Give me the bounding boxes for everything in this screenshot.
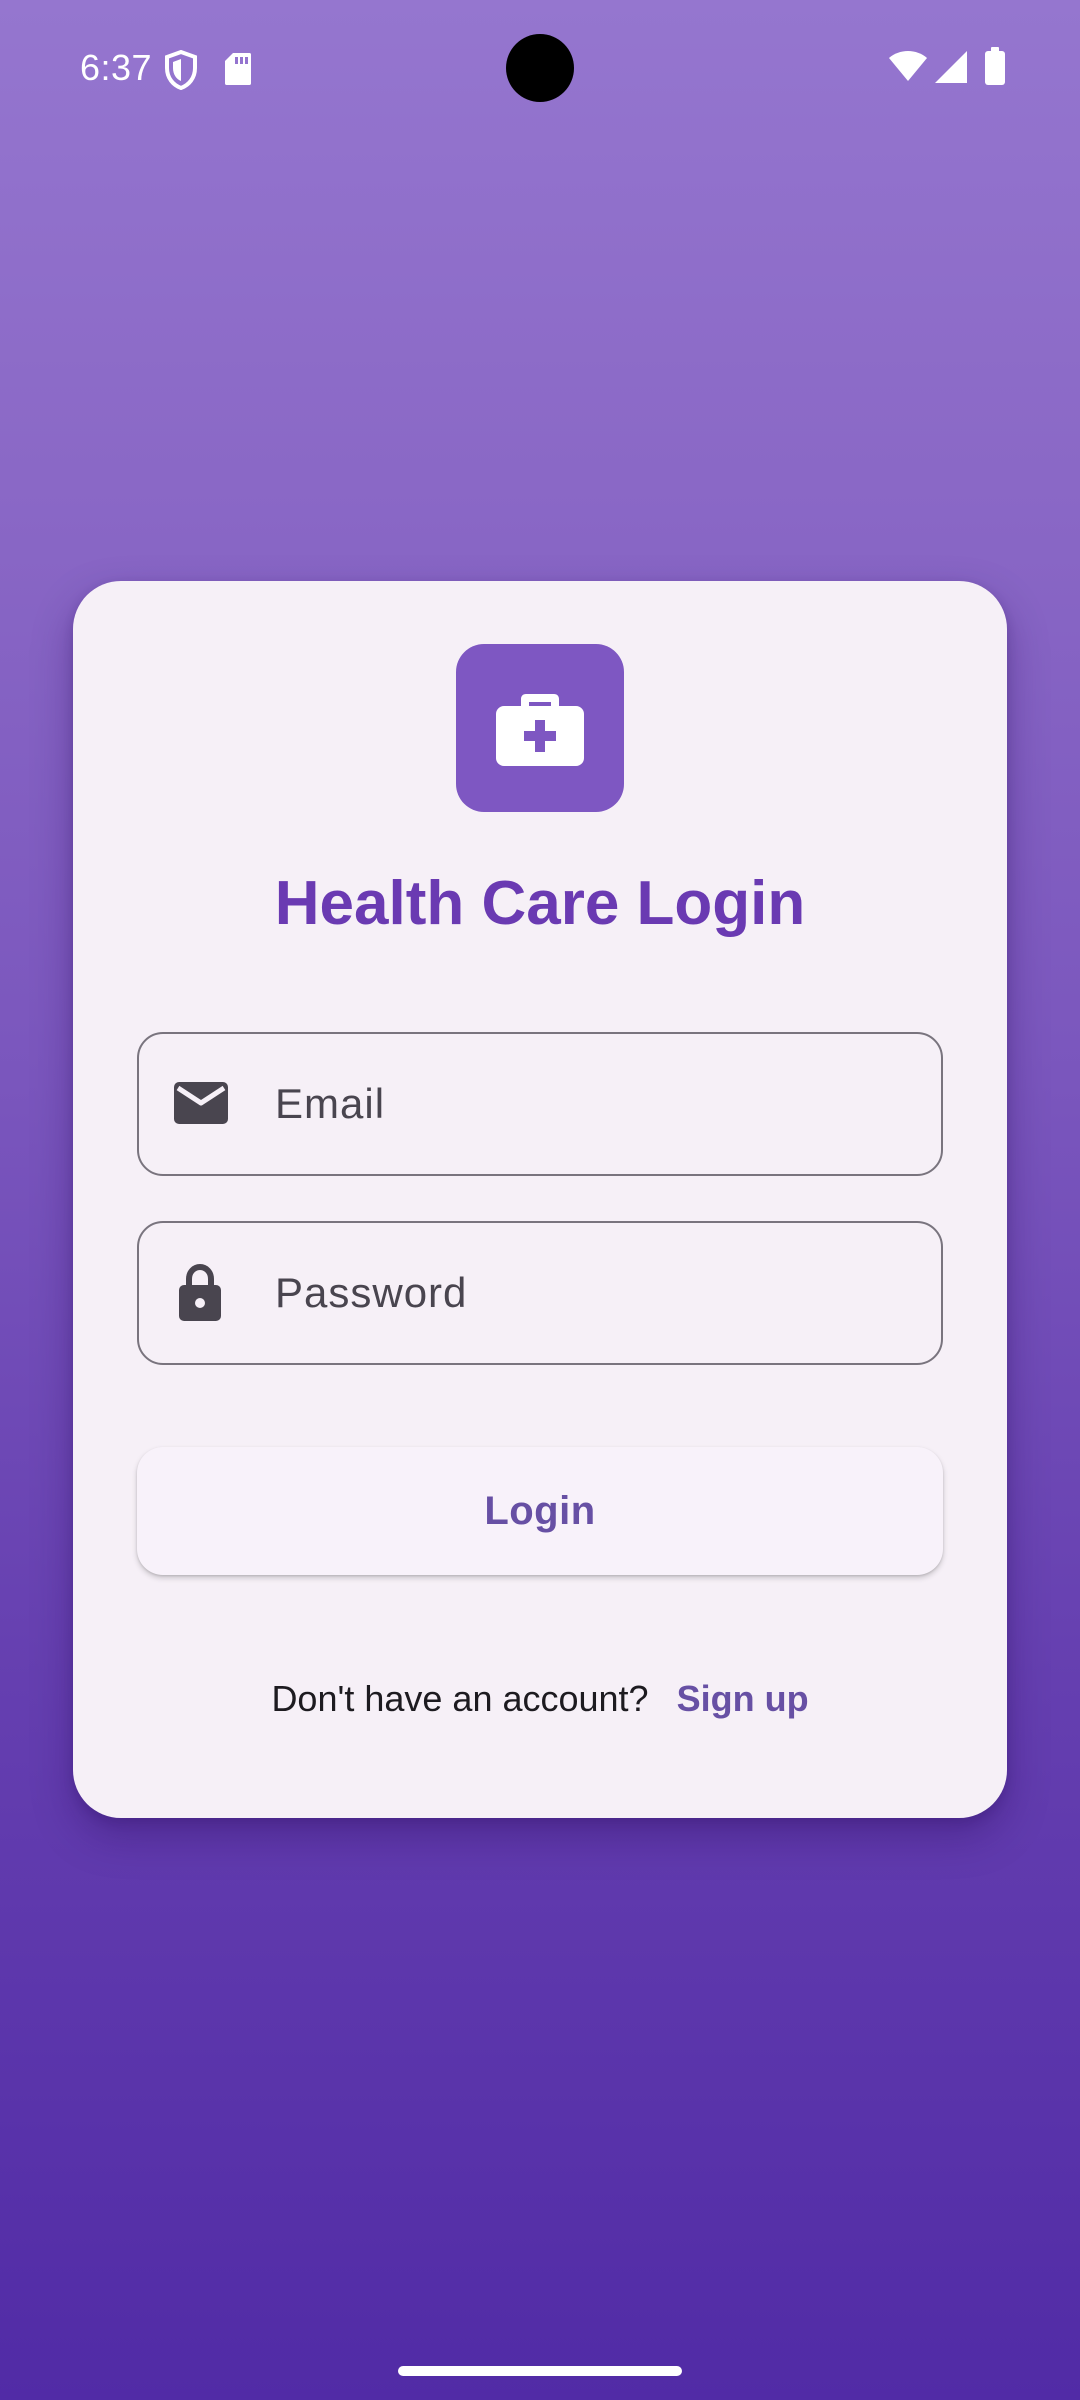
email-placeholder: Email <box>275 1080 386 1127</box>
login-button[interactable]: Login <box>137 1447 943 1575</box>
signup-link[interactable]: Sign up <box>677 1678 809 1719</box>
email-icon <box>174 1082 228 1124</box>
status-time: 6:37 <box>80 47 153 88</box>
password-field[interactable]: Password <box>137 1221 943 1365</box>
page-title: Health Care Login <box>274 869 806 938</box>
email-field[interactable]: Email <box>137 1032 943 1176</box>
shield-icon <box>165 50 197 90</box>
status-bar: 6:37 <box>0 0 1080 136</box>
camera-cutout <box>506 34 574 102</box>
lock-icon <box>179 1263 221 1321</box>
sd-card-icon <box>225 53 251 85</box>
login-card: Health Care Login Email Password Login D… <box>73 581 1007 1818</box>
signup-prompt: Don't have an account? <box>271 1678 649 1719</box>
medical-briefcase-icon <box>496 694 584 766</box>
password-placeholder: Password <box>275 1269 468 1316</box>
app-logo <box>456 644 624 812</box>
signal-icon <box>935 51 967 83</box>
signup-row: Don't have an account? Sign up <box>73 1669 1007 1729</box>
wifi-icon <box>889 51 927 81</box>
battery-icon <box>985 47 1005 85</box>
home-indicator[interactable] <box>398 2366 682 2376</box>
